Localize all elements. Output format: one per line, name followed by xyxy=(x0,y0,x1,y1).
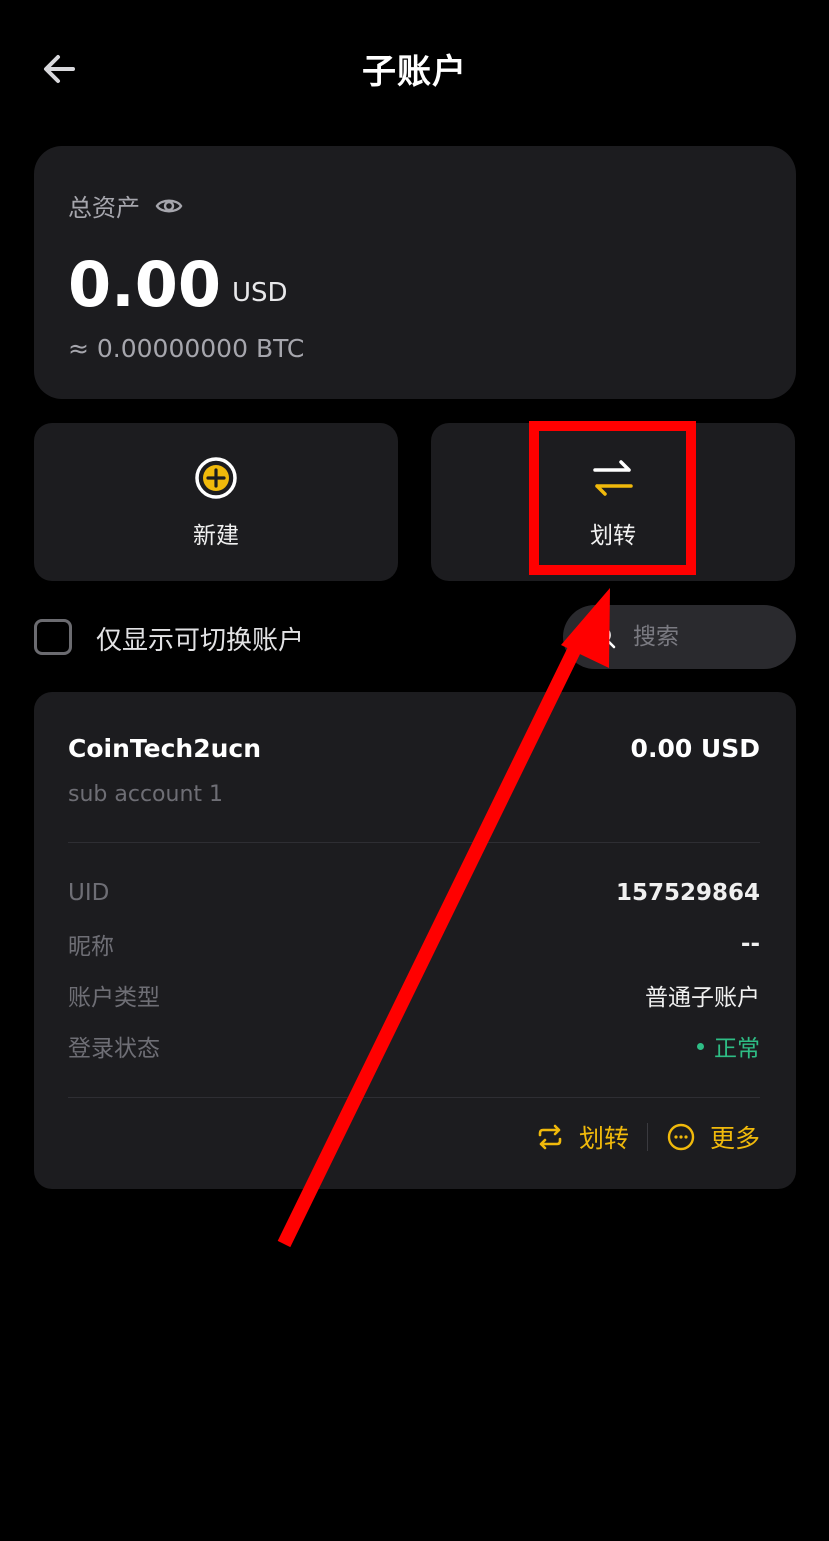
subaccount-description: sub account 1 xyxy=(68,782,223,807)
eye-icon[interactable] xyxy=(154,191,184,221)
total-assets-unit: USD xyxy=(232,278,288,308)
annotation-highlight-box xyxy=(529,421,696,575)
detail-label: UID xyxy=(68,880,110,906)
card-actions: 划转 更多 xyxy=(535,1119,760,1155)
detail-row-login-status: 登录状态 正常 xyxy=(68,1030,760,1062)
login-status-value: 正常 xyxy=(697,1029,760,1063)
total-assets-card: 总资产 0.00 USD ≈ 0.00000000 BTC xyxy=(34,146,796,399)
status-dot-icon xyxy=(697,1042,704,1050)
new-subaccount-button[interactable]: 新建 xyxy=(34,423,398,581)
total-assets-value: 0.00 xyxy=(68,248,221,321)
nickname-value: -- xyxy=(740,931,760,957)
switchable-only-checkbox[interactable] xyxy=(34,619,72,655)
more-circle-icon xyxy=(667,1123,695,1151)
card-divider xyxy=(68,842,760,843)
card-transfer-label: 划转 xyxy=(578,1124,629,1153)
card-divider xyxy=(68,1097,760,1098)
total-assets-label-row: 总资产 xyxy=(68,188,184,223)
detail-row-account-type: 账户类型 普通子账户 xyxy=(68,979,760,1011)
repeat-icon xyxy=(538,1124,562,1150)
card-transfer-button[interactable]: 划转 xyxy=(535,1119,629,1155)
search-box[interactable] xyxy=(563,605,796,669)
total-assets-btc: ≈ 0.00000000 BTC xyxy=(68,334,305,363)
subaccount-page: 子账户 总资产 0.00 USD ≈ 0.00000000 BTC 新建 划转 xyxy=(0,0,829,1541)
detail-label: 昵称 xyxy=(68,934,114,960)
switchable-only-label: 仅显示可切换账户 xyxy=(96,626,305,656)
action-separator xyxy=(646,1123,648,1151)
subaccount-balance: 0.00 USD xyxy=(630,734,760,763)
account-type-value: 普通子账户 xyxy=(645,985,760,1011)
detail-row-nickname: 昵称 -- xyxy=(68,928,760,960)
detail-label: 登录状态 xyxy=(68,1036,160,1062)
new-subaccount-label: 新建 xyxy=(193,523,239,549)
subaccount-name: CoinTech2ucn xyxy=(68,734,262,763)
card-more-label: 更多 xyxy=(709,1124,760,1153)
page-title: 子账户 xyxy=(362,52,467,92)
total-assets-label: 总资产 xyxy=(68,194,140,222)
detail-label: 账户类型 xyxy=(68,985,160,1011)
search-input[interactable] xyxy=(633,624,773,650)
uid-value: 157529864 xyxy=(615,880,760,906)
card-more-button[interactable]: 更多 xyxy=(666,1119,760,1155)
search-icon xyxy=(593,626,616,649)
subaccount-card[interactable]: CoinTech2ucn 0.00 USD sub account 1 UID … xyxy=(34,692,796,1189)
login-status-text: 正常 xyxy=(714,1036,760,1062)
plus-circle-icon xyxy=(195,457,237,499)
detail-row-uid: UID 157529864 xyxy=(68,877,760,909)
